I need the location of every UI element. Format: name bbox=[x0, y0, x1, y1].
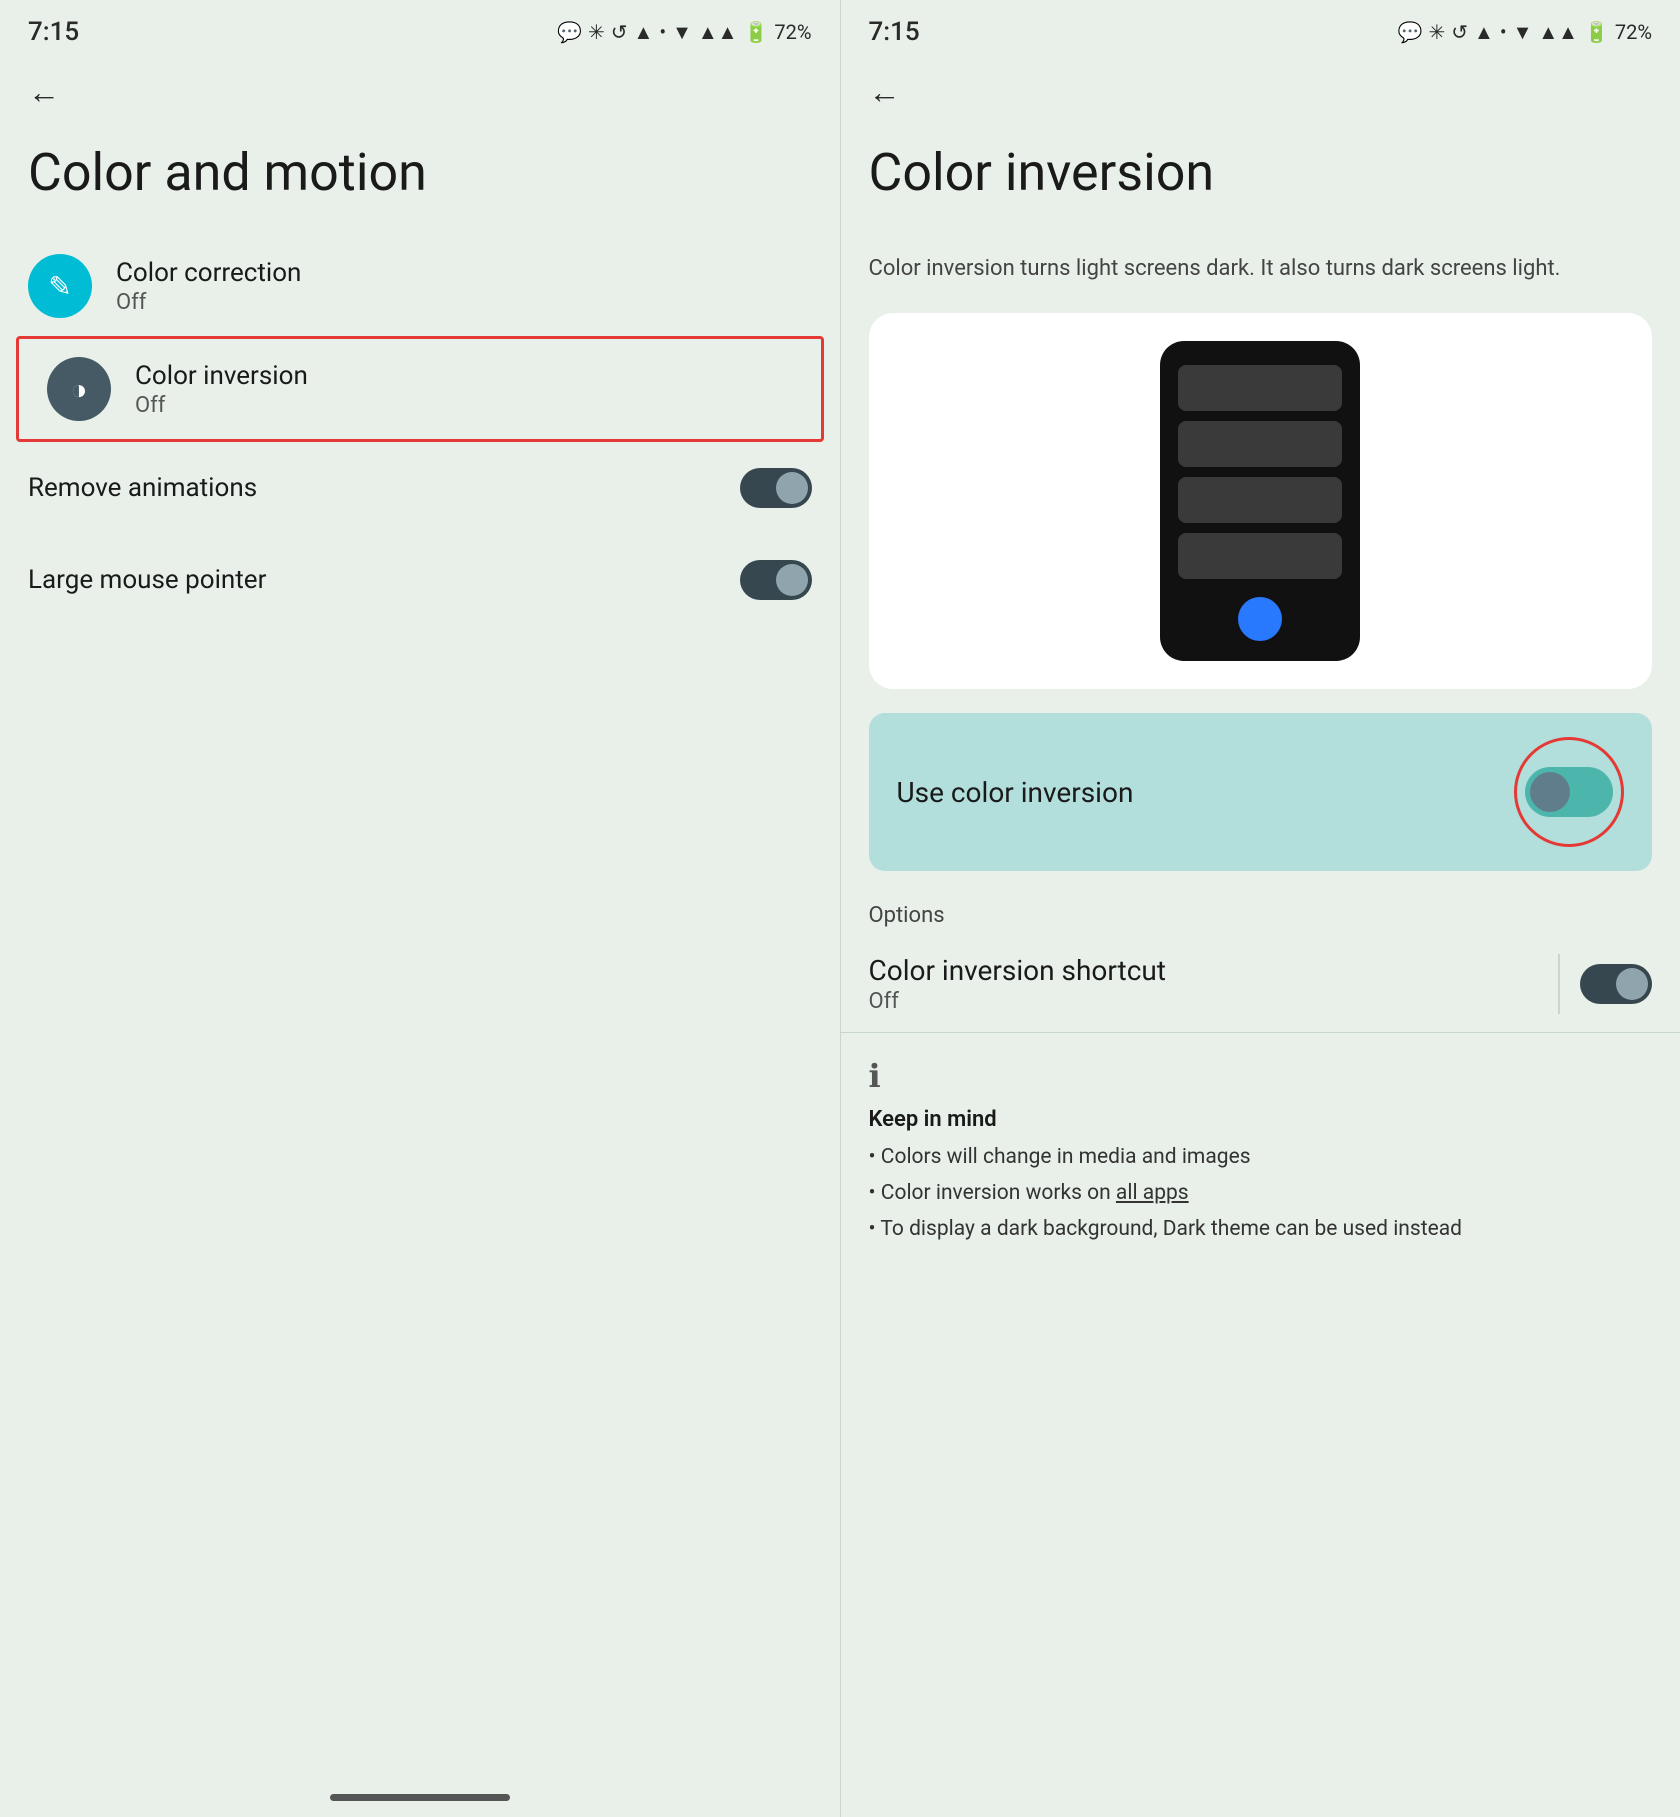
preview-card bbox=[869, 313, 1653, 689]
phone-bar-4 bbox=[1178, 533, 1342, 579]
use-color-inversion-row: Use color inversion bbox=[869, 713, 1653, 871]
signal-icon-r: ▲▲ bbox=[1538, 20, 1578, 45]
color-correction-title: Color correction bbox=[116, 258, 812, 288]
large-mouse-pointer-row: Large mouse pointer bbox=[0, 534, 840, 626]
battery-icon-r: 🔋 bbox=[1584, 20, 1609, 44]
wifi-icon: ▼ bbox=[672, 20, 692, 45]
use-color-inversion-label: Use color inversion bbox=[897, 776, 1134, 809]
phone-mockup bbox=[1160, 341, 1360, 661]
inversion-icon: ◑ bbox=[71, 373, 88, 406]
divider bbox=[1558, 954, 1560, 1014]
info-section: ℹ Keep in mind • Colors will change in m… bbox=[841, 1033, 1680, 1247]
phone-bar-1 bbox=[1178, 365, 1342, 411]
all-apps-link[interactable]: all apps bbox=[1116, 1181, 1189, 1205]
remove-animations-row: Remove animations bbox=[0, 442, 840, 534]
rotation-icon-r: ↺ bbox=[1451, 20, 1468, 44]
color-inversion-shortcut-toggle[interactable] bbox=[1580, 964, 1652, 1004]
status-time-right: 7:15 bbox=[869, 17, 920, 47]
keep-in-mind-items: • Colors will change in media and images… bbox=[869, 1140, 1653, 1247]
color-inversion-item[interactable]: ◑ Color inversion Off bbox=[19, 339, 821, 439]
right-panel: 7:15 💬 ✳ ↺ ▲ • ▼ ▲▲ 🔋 72% ← Color invers… bbox=[841, 0, 1680, 1817]
color-inversion-toggle-highlight bbox=[1514, 737, 1624, 847]
apps-icon: ✳ bbox=[588, 20, 605, 44]
status-bar-right: 7:15 💬 ✳ ↺ ▲ • ▼ ▲▲ 🔋 72% bbox=[841, 0, 1680, 56]
large-mouse-pointer-label: Large mouse pointer bbox=[28, 565, 266, 595]
remove-animations-label: Remove animations bbox=[28, 473, 257, 503]
color-inversion-title: Color inversion bbox=[135, 361, 793, 391]
shortcut-subtitle: Off bbox=[869, 989, 1539, 1014]
large-mouse-pointer-toggle[interactable] bbox=[740, 560, 812, 600]
back-button-left[interactable]: ← bbox=[0, 56, 840, 118]
color-correction-text: Color correction Off bbox=[116, 258, 812, 315]
left-panel: 7:15 💬 ✳ ↺ ▲ • ▼ ▲▲ 🔋 72% ← Color and mo… bbox=[0, 0, 841, 1817]
battery-percent-right: 72% bbox=[1615, 20, 1652, 44]
page-title-left: Color and motion bbox=[0, 118, 840, 236]
color-correction-icon-bg: ✎ bbox=[28, 254, 92, 318]
status-icons-right: 💬 ✳ ↺ ▲ • ▼ ▲▲ 🔋 72% bbox=[1398, 20, 1652, 45]
dot-icon-r: • bbox=[1500, 20, 1507, 44]
color-correction-subtitle: Off bbox=[116, 290, 812, 315]
dot-icon: • bbox=[659, 20, 666, 44]
page-title-right: Color inversion bbox=[841, 118, 1680, 236]
pencil-icon: ✎ bbox=[48, 270, 71, 303]
description-text: Color inversion turns light screens dark… bbox=[841, 236, 1680, 313]
options-label: Options bbox=[841, 871, 1680, 936]
shortcut-title: Color inversion shortcut bbox=[869, 954, 1539, 987]
keep-in-mind-item-2: • Color inversion works on all apps bbox=[869, 1176, 1653, 1212]
remove-animations-toggle[interactable] bbox=[740, 468, 812, 508]
navigation-icon-r: ▲ bbox=[1474, 20, 1494, 45]
navigation-icon: ▲ bbox=[634, 20, 654, 45]
phone-home-dot bbox=[1238, 597, 1282, 641]
shortcut-text: Color inversion shortcut Off bbox=[869, 954, 1539, 1014]
color-inversion-subtitle: Off bbox=[135, 393, 793, 418]
messenger-icon-r: 💬 bbox=[1398, 20, 1423, 44]
phone-bar-2 bbox=[1178, 421, 1342, 467]
status-bar-left: 7:15 💬 ✳ ↺ ▲ • ▼ ▲▲ 🔋 72% bbox=[0, 0, 840, 56]
status-time-left: 7:15 bbox=[28, 17, 79, 47]
back-arrow-left: ← bbox=[28, 73, 60, 111]
info-icon: ℹ bbox=[869, 1057, 1653, 1095]
shortcut-toggle-knob bbox=[1616, 968, 1648, 1000]
large-mouse-pointer-knob bbox=[776, 564, 808, 596]
color-inversion-shortcut-row: Color inversion shortcut Off bbox=[841, 936, 1680, 1033]
color-correction-item[interactable]: ✎ Color correction Off bbox=[0, 236, 840, 336]
use-color-inversion-toggle[interactable] bbox=[1525, 767, 1613, 817]
battery-icon: 🔋 bbox=[743, 20, 768, 44]
keep-in-mind-title: Keep in mind bbox=[869, 1107, 1653, 1132]
battery-percent-left: 72% bbox=[774, 20, 811, 44]
rotation-icon: ↺ bbox=[611, 20, 628, 44]
wifi-icon-r: ▼ bbox=[1513, 20, 1533, 45]
keep-in-mind-item-3: • To display a dark background, Dark the… bbox=[869, 1212, 1653, 1248]
status-icons-left: 💬 ✳ ↺ ▲ • ▼ ▲▲ 🔋 72% bbox=[557, 20, 811, 45]
back-button-right[interactable]: ← bbox=[841, 56, 1680, 118]
messenger-icon: 💬 bbox=[557, 20, 582, 44]
color-inversion-icon-bg: ◑ bbox=[47, 357, 111, 421]
use-color-inversion-knob bbox=[1530, 772, 1570, 812]
signal-icon: ▲▲ bbox=[698, 20, 738, 45]
back-arrow-right: ← bbox=[869, 73, 901, 111]
color-inversion-highlight-box: ◑ Color inversion Off bbox=[16, 336, 824, 442]
apps-icon-r: ✳ bbox=[1428, 20, 1445, 44]
keep-in-mind-item-1: • Colors will change in media and images bbox=[869, 1140, 1653, 1176]
remove-animations-knob bbox=[776, 472, 808, 504]
color-inversion-text: Color inversion Off bbox=[135, 361, 793, 418]
phone-bar-3 bbox=[1178, 477, 1342, 523]
bottom-bar-left bbox=[330, 1794, 510, 1801]
